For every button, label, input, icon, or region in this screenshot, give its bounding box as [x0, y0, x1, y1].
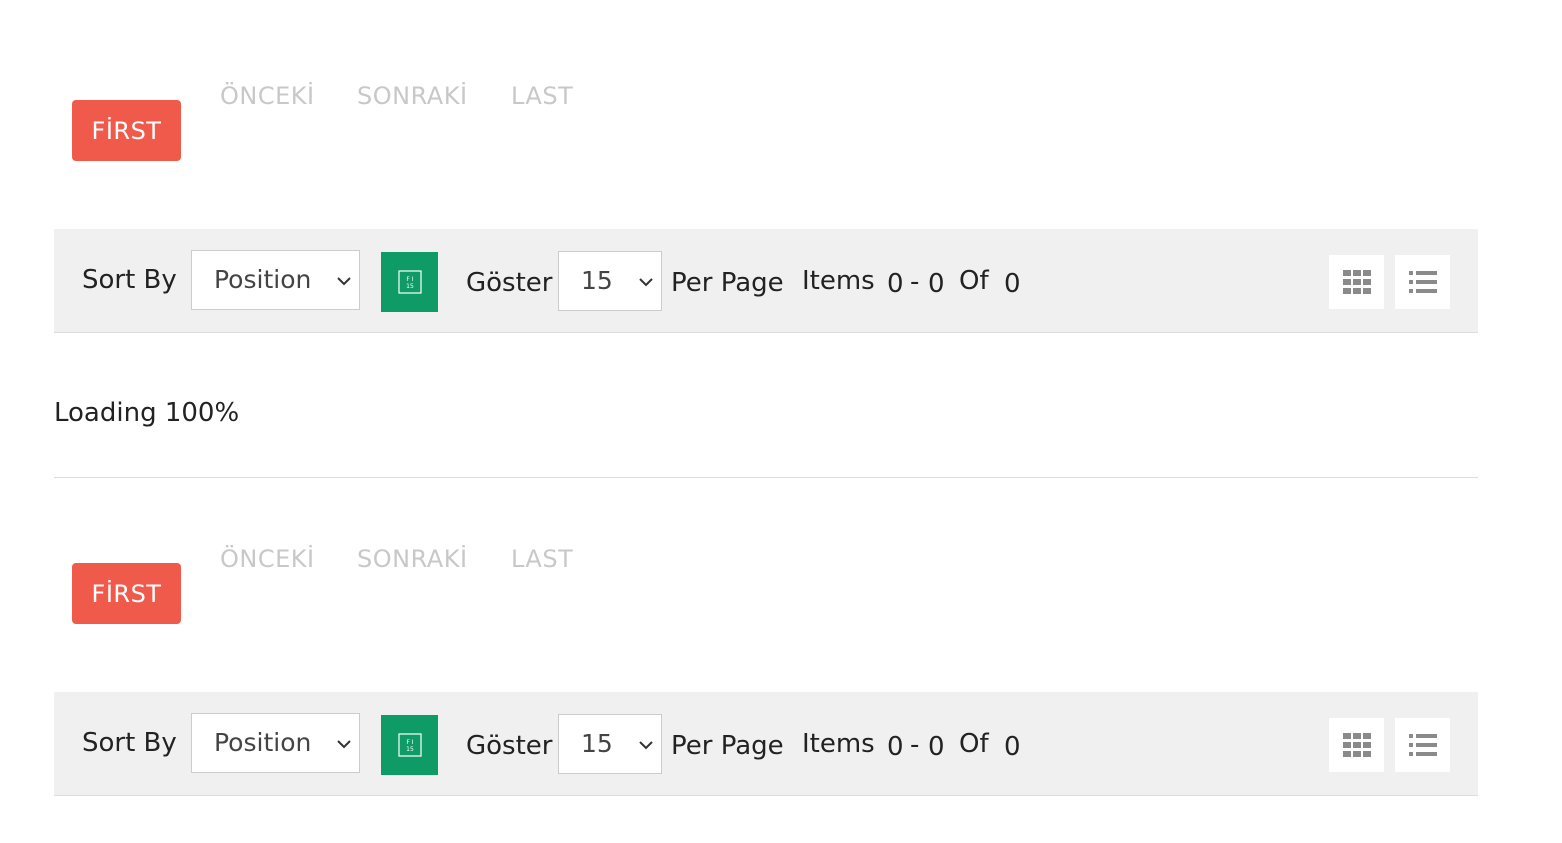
range-separator: - — [910, 730, 920, 760]
grid-view-button[interactable] — [1329, 255, 1384, 309]
svg-text:15: 15 — [406, 283, 414, 290]
first-page-button[interactable]: FİRST — [72, 563, 181, 624]
range-start: 0 — [887, 732, 904, 762]
grid-view-button[interactable] — [1329, 718, 1384, 772]
sort-direction-icon: F I 15 — [397, 270, 422, 294]
chevron-down-icon — [337, 277, 351, 286]
chevron-down-icon — [337, 740, 351, 749]
pager-top: FİRST ÖNCEKİ SONRAKİ LAST — [72, 60, 632, 161]
loading-status: Loading 100% — [54, 398, 240, 428]
chevron-down-icon — [639, 278, 653, 287]
grid-view-icon — [1342, 270, 1371, 294]
next-page-link[interactable]: SONRAKİ — [357, 543, 468, 575]
toolbar-top: Sort By Position F I 15 Göster 15 Per Pa… — [54, 229, 1478, 333]
per-page-label: Per Page — [671, 268, 784, 298]
items-label: Items — [802, 266, 875, 296]
list-view-button[interactable] — [1395, 718, 1450, 772]
sort-by-label: Sort By — [82, 728, 177, 758]
sort-by-value: Position — [214, 728, 312, 757]
chevron-down-icon — [639, 741, 653, 750]
range-start: 0 — [887, 269, 904, 299]
per-page-select[interactable]: 15 — [558, 714, 662, 774]
grid-view-icon — [1342, 733, 1371, 757]
pager-bottom: FİRST ÖNCEKİ SONRAKİ LAST — [72, 523, 632, 624]
toolbar-bottom: Sort By Position F I 15 Göster 15 Per Pa… — [54, 692, 1478, 796]
list-view-icon — [1408, 734, 1437, 756]
items-label: Items — [802, 729, 875, 759]
svg-text:F I: F I — [406, 276, 413, 283]
list-view-button[interactable] — [1395, 255, 1450, 309]
list-view-icon — [1408, 271, 1437, 293]
sort-direction-button[interactable]: F I 15 — [381, 252, 438, 312]
total-count: 0 — [1004, 732, 1021, 762]
show-label: Göster — [466, 268, 553, 298]
first-page-button[interactable]: FİRST — [72, 100, 181, 161]
show-label: Göster — [466, 731, 553, 761]
sort-by-select[interactable]: Position — [191, 250, 360, 310]
page: FİRST ÖNCEKİ SONRAKİ LAST Sort By Positi… — [0, 0, 1562, 843]
svg-text:F I: F I — [406, 739, 413, 746]
sort-by-label: Sort By — [82, 265, 177, 295]
per-page-label: Per Page — [671, 731, 784, 761]
previous-page-link[interactable]: ÖNCEKİ — [220, 80, 315, 112]
divider — [54, 477, 1478, 478]
per-page-value: 15 — [581, 266, 613, 295]
next-page-link[interactable]: SONRAKİ — [357, 80, 468, 112]
last-page-link[interactable]: LAST — [511, 543, 573, 575]
sort-by-select[interactable]: Position — [191, 713, 360, 773]
per-page-value: 15 — [581, 729, 613, 758]
sort-direction-icon: F I 15 — [397, 733, 422, 757]
total-count: 0 — [1004, 269, 1021, 299]
range-end: 0 — [928, 732, 945, 762]
sort-direction-button[interactable]: F I 15 — [381, 715, 438, 775]
previous-page-link[interactable]: ÖNCEKİ — [220, 543, 315, 575]
per-page-select[interactable]: 15 — [558, 251, 662, 311]
of-label: Of — [959, 729, 989, 759]
svg-text:15: 15 — [406, 746, 414, 753]
sort-by-value: Position — [214, 265, 312, 294]
of-label: Of — [959, 266, 989, 296]
range-separator: - — [910, 267, 920, 297]
last-page-link[interactable]: LAST — [511, 80, 573, 112]
range-end: 0 — [928, 269, 945, 299]
